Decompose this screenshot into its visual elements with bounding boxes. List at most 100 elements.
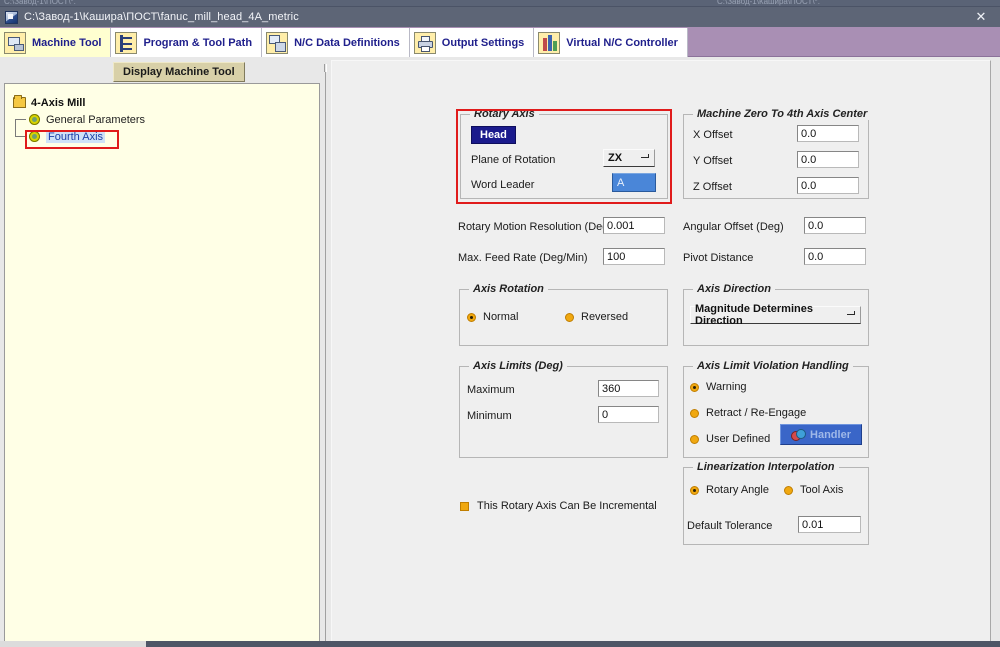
axis-direction-value: Magnitude Determines Direction xyxy=(695,303,813,327)
group-machine-zero-legend: Machine Zero To 4th Axis Center xyxy=(693,108,872,120)
gear-icon xyxy=(28,130,41,143)
tree-panel: 4-Axis Mill General Parameters Fourth Ax… xyxy=(4,83,320,643)
tab-program-tool-path-label: Program & Tool Path xyxy=(143,36,253,49)
tab-output-settings-label: Output Settings xyxy=(441,36,525,49)
ribbon-bar: Machine Tool Program & Tool Path N/C Dat… xyxy=(0,27,1000,57)
chevron-down-icon xyxy=(847,310,856,320)
radio-dot-icon xyxy=(467,312,476,322)
display-machine-tool-button[interactable]: Display Machine Tool xyxy=(113,62,245,82)
word-leader-input[interactable]: A xyxy=(612,173,656,192)
radio-rotation-normal-label: Normal xyxy=(483,311,519,323)
data-icon xyxy=(266,31,289,54)
handler-icon xyxy=(791,428,807,441)
radio-dot-icon xyxy=(690,434,699,444)
radio-violation-warning[interactable]: Warning xyxy=(690,381,747,393)
toolpath-icon xyxy=(115,31,138,54)
y-offset-input[interactable]: 0.0 xyxy=(797,151,859,168)
radio-violation-retract[interactable]: Retract / Re-Engage xyxy=(690,407,806,419)
background-window-right-title: C:\Завод-1\Кашира\ПОСТ\*. xyxy=(717,0,820,6)
rotary-motion-resolution-input[interactable]: 0.001 xyxy=(603,217,665,234)
content-area: Display Machine Tool 4-Axis Mill General… xyxy=(0,57,1000,647)
tree-item-general-parameters-label: General Parameters xyxy=(46,113,146,126)
radio-dot-icon xyxy=(565,312,574,322)
close-icon[interactable]: ✕ xyxy=(970,8,992,26)
radio-linearization-tool-axis-label: Tool Axis xyxy=(800,484,844,496)
x-offset-input[interactable]: 0.0 xyxy=(797,125,859,142)
bottom-strip xyxy=(0,641,1000,647)
head-button[interactable]: Head xyxy=(471,126,516,144)
tree-item-fourth-axis[interactable]: Fourth Axis xyxy=(13,119,145,145)
tab-nc-data-definitions[interactable]: N/C Data Definitions xyxy=(262,28,410,57)
splitter-line xyxy=(325,72,326,642)
radio-violation-warning-label: Warning xyxy=(706,381,747,393)
handler-button[interactable]: Handler xyxy=(780,424,862,445)
radio-linearization-rotary-angle[interactable]: Rotary Angle xyxy=(690,484,769,496)
tab-machine-tool-label: Machine Tool xyxy=(32,36,102,49)
group-axis-limits-legend: Axis Limits (Deg) xyxy=(469,360,567,372)
group-linearization-legend: Linearization Interpolation xyxy=(693,461,839,473)
incremental-checkbox-label: This Rotary Axis Can Be Incremental xyxy=(477,500,657,512)
radio-rotation-reversed[interactable]: Reversed xyxy=(565,311,628,323)
word-leader-label: Word Leader xyxy=(471,179,535,191)
axis-limit-maximum-input[interactable]: 360 xyxy=(598,380,659,397)
axis-limit-minimum-input[interactable]: 0 xyxy=(598,406,659,423)
tab-virtual-nc-controller[interactable]: Virtual N/C Controller xyxy=(534,28,688,57)
tab-machine-tool[interactable]: Machine Tool xyxy=(0,28,112,57)
pivot-distance-input[interactable]: 0.0 xyxy=(804,248,866,265)
tab-program-tool-path[interactable]: Program & Tool Path xyxy=(111,28,263,57)
application-window: C:\Завод-1\ПОСТ\*. C:\Завод-1\Кашира\ПОС… xyxy=(0,0,1000,647)
plane-of-rotation-select[interactable]: ZX xyxy=(603,149,655,167)
panel-splitter[interactable] xyxy=(322,60,329,645)
group-axis-rotation-legend: Axis Rotation xyxy=(469,283,548,295)
radio-violation-user-defined-label: User Defined xyxy=(706,433,771,445)
tab-nc-data-definitions-label: N/C Data Definitions xyxy=(294,36,400,49)
axis-limit-minimum-label: Minimum xyxy=(467,410,512,422)
z-offset-input[interactable]: 0.0 xyxy=(797,177,859,194)
gear-icon xyxy=(28,113,41,126)
tab-strip: Machine Tool Program & Tool Path N/C Dat… xyxy=(0,27,1000,57)
group-axis-direction-legend: Axis Direction xyxy=(693,283,775,295)
axis-direction-select[interactable]: Magnitude Determines Direction xyxy=(690,303,861,327)
tree-item-root[interactable]: 4-Axis Mill xyxy=(13,94,145,111)
tree-connector-line xyxy=(15,136,26,137)
monitor-icon xyxy=(4,31,26,54)
plane-of-rotation-value: ZX xyxy=(608,152,623,164)
radio-dot-icon xyxy=(690,485,699,495)
tree-item-general-parameters[interactable]: General Parameters xyxy=(13,111,145,128)
max-feed-rate-input[interactable]: 100 xyxy=(603,248,665,265)
angular-offset-label: Angular Offset (Deg) xyxy=(683,221,784,233)
tree-item-fourth-axis-label: Fourth Axis xyxy=(46,130,106,143)
incremental-checkbox[interactable]: This Rotary Axis Can Be Incremental xyxy=(460,500,657,512)
radio-linearization-rotary-angle-label: Rotary Angle xyxy=(706,484,769,496)
group-rotary-axis-legend: Rotary Axis xyxy=(470,108,539,120)
splitter-grip[interactable] xyxy=(324,64,327,72)
tree-vertical-line xyxy=(15,119,16,137)
radio-dot-icon xyxy=(784,485,793,495)
app-icon xyxy=(5,10,18,24)
axis-limit-maximum-label: Maximum xyxy=(467,384,515,396)
radio-linearization-tool-axis[interactable]: Tool Axis xyxy=(784,484,843,496)
angular-offset-input[interactable]: 0.0 xyxy=(804,217,866,234)
controller-icon xyxy=(538,31,561,54)
machine-tree: 4-Axis Mill General Parameters Fourth Ax… xyxy=(13,94,145,145)
bottom-strip-patch xyxy=(0,641,146,647)
chevron-down-icon xyxy=(641,153,650,163)
radio-rotation-normal[interactable]: Normal xyxy=(467,311,518,323)
title-bar: C:\Завод-1\Каширa\ПОСТ\fanuc_mill_head_4… xyxy=(0,7,1000,27)
default-tolerance-input[interactable]: 0.01 xyxy=(798,516,861,533)
radio-rotation-reversed-label: Reversed xyxy=(581,311,629,323)
fourth-axis-form-panel: Rotary Axis Head Plane of Rotation ZX Wo… xyxy=(331,60,991,645)
tab-output-settings[interactable]: Output Settings xyxy=(409,28,535,57)
radio-violation-user-defined[interactable]: User Defined xyxy=(690,433,770,445)
handler-button-label: Handler xyxy=(810,428,851,441)
x-offset-label: X Offset xyxy=(693,129,733,141)
radio-violation-retract-label: Retract / Re-Engage xyxy=(706,407,807,419)
radio-dot-icon xyxy=(690,408,699,418)
z-offset-label: Z Offset xyxy=(693,181,732,193)
window-title: C:\Завод-1\Каширa\ПОСТ\fanuc_mill_head_4… xyxy=(24,11,299,23)
tree-connector-line xyxy=(15,119,26,120)
rotary-motion-resolution-label: Rotary Motion Resolution (Deg) xyxy=(458,221,613,233)
pivot-distance-label: Pivot Distance xyxy=(683,252,754,264)
y-offset-label: Y Offset xyxy=(693,155,733,167)
folder-icon xyxy=(13,95,26,108)
